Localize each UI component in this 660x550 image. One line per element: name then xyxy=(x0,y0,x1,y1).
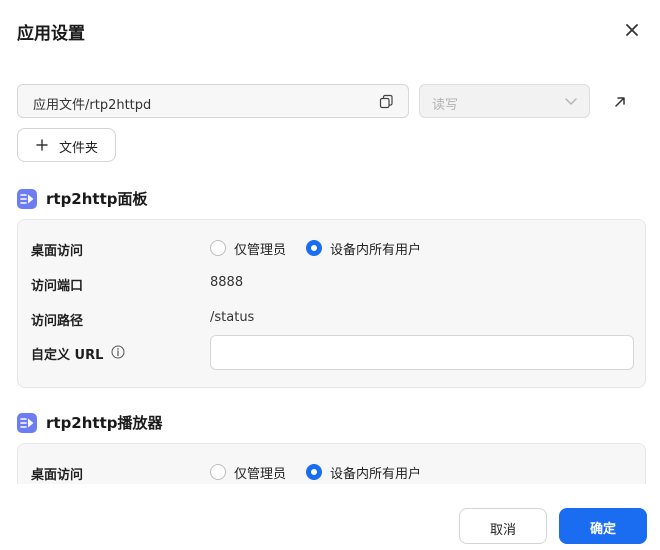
desktop-access-label: 桌面访问 xyxy=(31,468,84,483)
app-section-icon xyxy=(17,189,37,209)
radio-all-users-label[interactable]: 设备内所有用户 xyxy=(330,239,421,258)
app-settings-dialog: 应用设置 应用文件/rtp2httpd 读写 文件夹 rtp2http面板 桌面… xyxy=(0,0,660,550)
permission-value: 读写 xyxy=(432,98,459,113)
folder-path-field[interactable]: 应用文件/rtp2httpd xyxy=(17,84,409,118)
chevron-down-icon xyxy=(565,98,577,105)
add-folder-button[interactable]: 文件夹 xyxy=(17,128,116,162)
radio-all-users[interactable] xyxy=(306,464,322,480)
section-title: rtp2http面板 xyxy=(46,190,148,208)
confirm-button-label: 确定 xyxy=(589,522,616,537)
folder-path-text: 应用文件/rtp2httpd xyxy=(33,98,152,113)
plus-icon xyxy=(36,139,48,151)
permission-select[interactable]: 读写 xyxy=(419,84,590,118)
access-port-value: 8888 xyxy=(210,275,244,290)
radio-admin-only-label[interactable]: 仅管理员 xyxy=(234,463,286,482)
cancel-button[interactable]: 取消 xyxy=(459,508,547,544)
section-title: rtp2http播放器 xyxy=(46,414,163,432)
access-path-label: 访问路径 xyxy=(31,314,84,329)
copy-icon[interactable] xyxy=(378,94,394,110)
custom-url-input[interactable] xyxy=(210,335,634,370)
desktop-access-label: 桌面访问 xyxy=(31,244,84,259)
custom-url-label: 自定义 URL xyxy=(31,348,104,363)
app-section-icon xyxy=(17,413,37,433)
radio-admin-only[interactable] xyxy=(210,464,226,480)
section-panel: 桌面访问 仅管理员 设备内所有用户 访问端口 8888 访问路径 /status… xyxy=(17,219,646,388)
access-port-label: 访问端口 xyxy=(31,279,84,294)
section-panel: 桌面访问 仅管理员 设备内所有用户 xyxy=(17,443,646,484)
radio-all-users-label[interactable]: 设备内所有用户 xyxy=(330,463,421,482)
cancel-button-label: 取消 xyxy=(489,523,516,538)
add-folder-label: 文件夹 xyxy=(59,141,99,156)
radio-admin-only[interactable] xyxy=(210,240,226,256)
confirm-button[interactable]: 确定 xyxy=(559,508,647,544)
scroll-content[interactable]: 应用文件/rtp2httpd 读写 文件夹 rtp2http面板 桌面访问 仅管… xyxy=(0,0,660,484)
radio-admin-only-label[interactable]: 仅管理员 xyxy=(234,239,286,258)
open-external-icon[interactable] xyxy=(612,94,628,110)
info-icon[interactable] xyxy=(111,345,125,359)
radio-all-users[interactable] xyxy=(306,240,322,256)
access-path-value: /status xyxy=(210,310,255,325)
